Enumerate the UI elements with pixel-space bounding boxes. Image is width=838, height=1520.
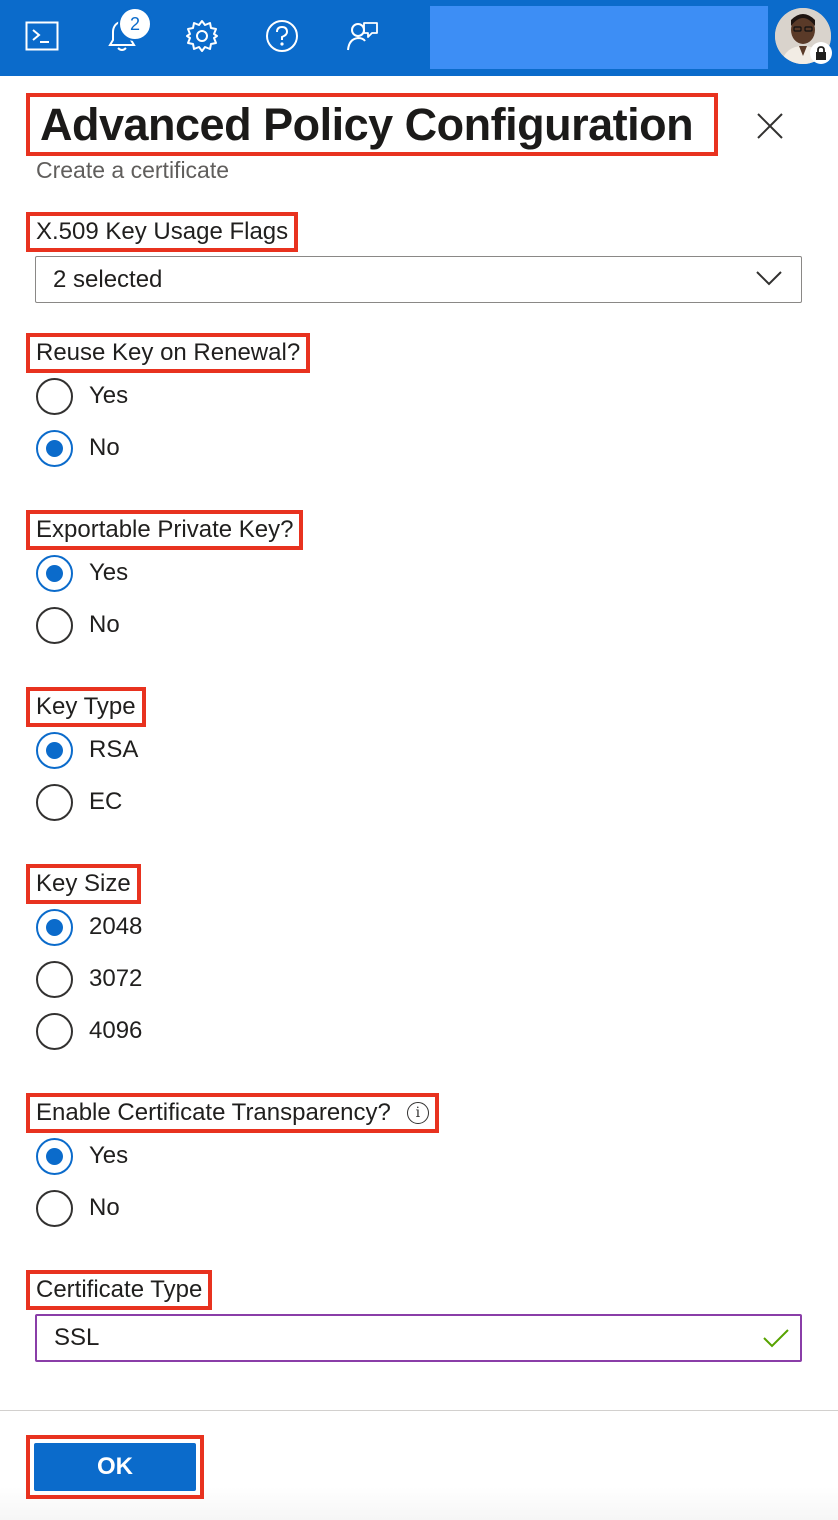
feedback-icon[interactable] xyxy=(340,14,384,58)
radio-label: Yes xyxy=(89,559,129,586)
cert-transparency-option-no[interactable]: No xyxy=(36,1189,120,1227)
radio-label: EC xyxy=(89,788,123,815)
key-usage-label-highlight: X.509 Key Usage Flags xyxy=(26,212,299,252)
radio-circle[interactable] xyxy=(36,1012,73,1050)
checkmark-icon xyxy=(762,1327,790,1354)
radio-label: RSA xyxy=(89,736,139,763)
info-icon[interactable]: i xyxy=(406,1102,429,1124)
cert-type-label-highlight: Certificate Type xyxy=(26,1270,213,1310)
radio-label: Yes xyxy=(89,1142,129,1169)
reuse-key-option-yes[interactable]: Yes xyxy=(36,377,128,415)
key-type-label-highlight: Key Type xyxy=(26,687,146,727)
lock-icon xyxy=(810,42,832,64)
close-icon[interactable] xyxy=(748,104,792,148)
radio-circle[interactable] xyxy=(36,731,73,769)
cert-transparency-label-highlight: Enable Certificate Transparency? i xyxy=(26,1093,439,1133)
key-size-option-2048[interactable]: 2048 xyxy=(36,908,142,946)
reuse-key-label: Reuse Key on Renewal? xyxy=(36,339,301,366)
radio-label: Yes xyxy=(89,382,129,409)
key-type-option-rsa[interactable]: RSA xyxy=(36,731,138,769)
radio-circle[interactable] xyxy=(36,377,73,415)
exportable-key-option-yes[interactable]: Yes xyxy=(36,554,128,592)
key-size-option-3072[interactable]: 3072 xyxy=(36,960,142,998)
radio-label: No xyxy=(89,1194,120,1221)
radio-circle[interactable] xyxy=(36,960,73,998)
key-usage-label: X.509 Key Usage Flags xyxy=(36,218,289,245)
top-bar: 2 xyxy=(0,0,838,76)
panel-title-highlight: Advanced Policy Configuration xyxy=(26,93,718,156)
key-type-option-ec[interactable]: EC xyxy=(36,783,122,821)
radio-label: 4096 xyxy=(89,1017,143,1044)
radio-circle[interactable] xyxy=(36,908,73,946)
chevron-down-icon xyxy=(755,269,783,292)
key-size-label-highlight: Key Size xyxy=(26,864,141,904)
help-question-icon[interactable] xyxy=(260,14,304,58)
notification-count-badge: 2 xyxy=(118,7,152,41)
radio-label: 2048 xyxy=(89,913,143,940)
key-type-label: Key Type xyxy=(36,693,136,720)
cert-type-value: SSL xyxy=(54,1324,100,1351)
radio-label: No xyxy=(89,611,120,638)
radio-label: 3072 xyxy=(89,965,143,992)
radio-circle[interactable] xyxy=(36,554,73,592)
key-usage-value: 2 selected xyxy=(53,265,163,293)
settings-gear-icon[interactable] xyxy=(180,14,224,58)
search-area[interactable] xyxy=(430,6,768,69)
reuse-key-label-highlight: Reuse Key on Renewal? xyxy=(26,333,311,373)
exportable-key-label: Exportable Private Key? xyxy=(36,516,294,543)
key-size-label: Key Size xyxy=(36,870,131,897)
panel-title: Advanced Policy Configuration xyxy=(40,98,694,150)
key-size-option-4096[interactable]: 4096 xyxy=(36,1012,142,1050)
radio-circle[interactable] xyxy=(36,429,73,467)
cert-type-input[interactable]: SSL xyxy=(35,1314,802,1362)
panel-subtitle: Create a certificate xyxy=(36,157,230,183)
key-usage-dropdown[interactable]: 2 selected xyxy=(35,256,802,303)
radio-circle[interactable] xyxy=(36,606,73,644)
radio-label: No xyxy=(89,434,120,461)
cert-transparency-label: Enable Certificate Transparency? xyxy=(36,1099,391,1126)
radio-circle[interactable] xyxy=(36,1189,73,1227)
cert-type-label: Certificate Type xyxy=(36,1276,203,1303)
radio-circle[interactable] xyxy=(36,1137,73,1175)
ok-button[interactable]: OK xyxy=(34,1443,196,1491)
reuse-key-option-no[interactable]: No xyxy=(36,429,120,467)
cert-transparency-option-yes[interactable]: Yes xyxy=(36,1137,128,1175)
exportable-key-option-no[interactable]: No xyxy=(36,606,120,644)
exportable-key-label-highlight: Exportable Private Key? xyxy=(26,510,304,550)
cloud-shell-icon[interactable] xyxy=(20,14,64,58)
radio-circle[interactable] xyxy=(36,783,73,821)
